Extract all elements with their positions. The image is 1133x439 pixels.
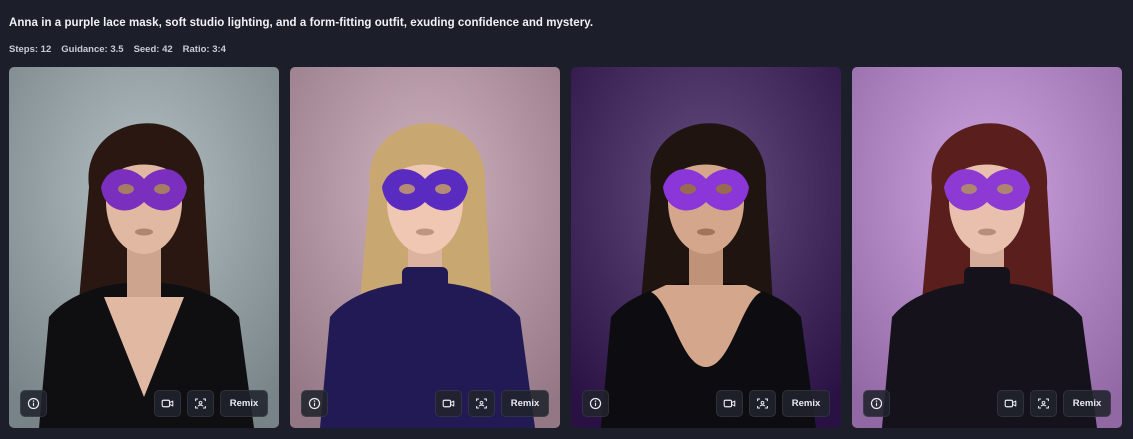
generated-image[interactable] bbox=[571, 67, 841, 428]
generation-params: Steps: 12 Guidance: 3.5 Seed: 42 Ratio: … bbox=[9, 44, 226, 55]
generated-image[interactable] bbox=[290, 67, 560, 428]
generated-image[interactable] bbox=[9, 67, 279, 428]
focus-icon bbox=[1038, 398, 1049, 409]
info-button[interactable] bbox=[20, 390, 47, 417]
video-button[interactable] bbox=[154, 390, 181, 417]
focus-icon bbox=[476, 398, 487, 409]
image-card[interactable]: Remix bbox=[290, 67, 560, 428]
guidance-param: Guidance: 3.5 bbox=[61, 44, 124, 55]
remix-button[interactable]: Remix bbox=[501, 390, 549, 417]
info-button[interactable] bbox=[582, 390, 609, 417]
image-card[interactable]: Remix bbox=[571, 67, 841, 428]
image-grid: Remix Remix Remix Remix bbox=[9, 67, 1122, 428]
ratio-param: Ratio: 3:4 bbox=[182, 44, 226, 55]
info-icon bbox=[589, 397, 602, 410]
video-button[interactable] bbox=[716, 390, 743, 417]
info-button[interactable] bbox=[863, 390, 890, 417]
video-icon bbox=[723, 399, 736, 408]
seed-param: Seed: 42 bbox=[133, 44, 173, 55]
focus-button[interactable] bbox=[187, 390, 214, 417]
video-icon bbox=[442, 399, 455, 408]
video-icon bbox=[1004, 399, 1017, 408]
focus-button[interactable] bbox=[1030, 390, 1057, 417]
steps-param: Steps: 12 bbox=[9, 44, 52, 55]
focus-icon bbox=[757, 398, 768, 409]
prompt-text: Anna in a purple lace mask, soft studio … bbox=[9, 17, 594, 29]
focus-button[interactable] bbox=[468, 390, 495, 417]
video-icon bbox=[161, 399, 174, 408]
info-icon bbox=[870, 397, 883, 410]
video-button[interactable] bbox=[997, 390, 1024, 417]
generated-image[interactable] bbox=[852, 67, 1122, 428]
video-button[interactable] bbox=[435, 390, 462, 417]
image-card[interactable]: Remix bbox=[9, 67, 279, 428]
remix-button[interactable]: Remix bbox=[220, 390, 268, 417]
generation-result: Anna in a purple lace mask, soft studio … bbox=[0, 0, 1133, 439]
remix-button[interactable]: Remix bbox=[1063, 390, 1111, 417]
image-card[interactable]: Remix bbox=[852, 67, 1122, 428]
info-button[interactable] bbox=[301, 390, 328, 417]
info-icon bbox=[308, 397, 321, 410]
remix-button[interactable]: Remix bbox=[782, 390, 830, 417]
focus-button[interactable] bbox=[749, 390, 776, 417]
info-icon bbox=[27, 397, 40, 410]
focus-icon bbox=[195, 398, 206, 409]
